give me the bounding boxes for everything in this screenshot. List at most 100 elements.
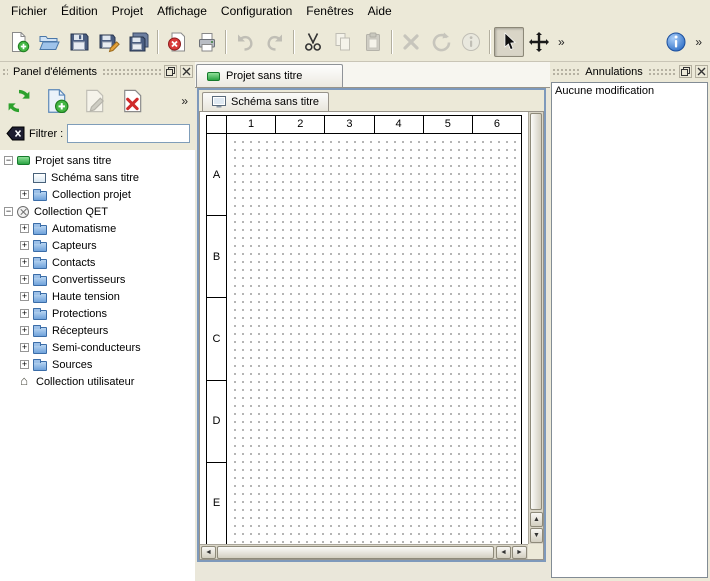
filter-input[interactable] (67, 124, 190, 143)
tree-expander-icon[interactable] (20, 343, 29, 352)
panel-toolbar-overflow-button[interactable]: » (177, 94, 192, 108)
tree-item[interactable]: Protections (0, 305, 195, 322)
scroll-up-button[interactable]: ▲ (530, 512, 543, 527)
tree-expander-icon[interactable] (20, 241, 29, 250)
delete-element-icon (120, 88, 146, 114)
about-icon (665, 31, 687, 53)
clear-filter-button[interactable] (5, 126, 25, 142)
paste-button[interactable] (358, 27, 388, 57)
tree-item[interactable]: Automatisme (0, 220, 195, 237)
dock-grip (2, 68, 8, 76)
close-panel-button[interactable] (695, 65, 708, 78)
tree-item[interactable]: Collection utilisateur (0, 373, 195, 390)
new-document-button[interactable] (4, 27, 34, 57)
vertical-scrollbar-thumb[interactable] (530, 113, 542, 510)
tree-item[interactable]: Schéma sans titre (0, 169, 195, 186)
close-panel-button[interactable] (180, 65, 193, 78)
copy-button[interactable] (328, 27, 358, 57)
edit-element-button[interactable] (79, 85, 111, 117)
float-panel-button[interactable] (164, 65, 177, 78)
tree-expander-icon[interactable] (20, 275, 29, 284)
cut-button[interactable] (298, 27, 328, 57)
close-project-button[interactable] (162, 27, 192, 57)
reload-icon (6, 88, 32, 114)
scroll-right-button[interactable]: ► (512, 546, 527, 559)
save-all-button[interactable] (124, 27, 154, 57)
tree-expander-icon[interactable] (20, 258, 29, 267)
diagram-column-label: 3 (325, 116, 374, 133)
toolbar-overflow-button[interactable]: » (554, 35, 569, 49)
elements-panel-header[interactable]: Panel d'éléments (2, 64, 193, 79)
save-all-icon (128, 31, 150, 53)
scroll-left-button-2[interactable]: ◄ (496, 546, 511, 559)
redo-button[interactable] (260, 27, 290, 57)
schema-icon (212, 96, 226, 108)
tree-item[interactable]: Récepteurs (0, 322, 195, 339)
tree-item[interactable]: Semi-conducteurs (0, 339, 195, 356)
menu-item[interactable]: Affichage (150, 2, 214, 20)
tree-item[interactable]: Convertisseurs (0, 271, 195, 288)
open-project-button[interactable] (34, 27, 64, 57)
tree-item-label: Collection projet (52, 189, 131, 201)
tree-item-label: Collection utilisateur (36, 376, 134, 388)
tree-expander-icon[interactable] (20, 224, 29, 233)
undo-empty-message: Aucune modification (555, 85, 654, 97)
menu-item[interactable]: Fenêtres (299, 2, 360, 20)
tree-item[interactable]: Haute tension (0, 288, 195, 305)
horizontal-scrollbar-thumb[interactable] (217, 546, 494, 559)
about-button[interactable] (661, 27, 691, 57)
information-button[interactable] (456, 27, 486, 57)
float-panel-button[interactable] (679, 65, 692, 78)
diagram-canvas[interactable]: 1 2 3 4 5 (200, 112, 528, 544)
elements-panel-title: Panel d'éléments (11, 66, 99, 78)
save-as-button[interactable] (94, 27, 124, 57)
tree-item[interactable]: Collection QET (0, 203, 195, 220)
undo-dock-title: Annulations (583, 66, 645, 78)
new-element-button[interactable] (41, 85, 73, 117)
tree-expander-icon[interactable] (20, 326, 29, 335)
tree-item-icon (33, 173, 46, 183)
rotate-button[interactable] (426, 27, 456, 57)
diagram-dot-grid[interactable] (228, 135, 521, 544)
mdi-area: Projet sans titre Schéma sans titre (195, 62, 550, 581)
reload-collections-button[interactable] (3, 85, 35, 117)
menu-item[interactable]: Aide (361, 2, 399, 20)
vertical-scrollbar[interactable]: ▲ ▼ (528, 112, 543, 544)
menu-item[interactable]: Fichier (4, 2, 54, 20)
new-document-icon (8, 31, 30, 53)
tree-expander-icon[interactable] (20, 309, 29, 318)
undo-dock-header[interactable]: Annulations (552, 64, 708, 79)
tree-item[interactable]: Projet sans titre (0, 152, 195, 169)
tree-item[interactable]: Contacts (0, 254, 195, 271)
undo-button[interactable] (230, 27, 260, 57)
tree-item[interactable]: Sources (0, 356, 195, 373)
tree-item[interactable]: Collection projet (0, 186, 195, 203)
project-tab-label: Projet sans titre (226, 70, 302, 82)
move-mode-button[interactable] (524, 27, 554, 57)
print-button[interactable] (192, 27, 222, 57)
tree-expander-icon[interactable] (20, 360, 29, 369)
diagram-column-label: 1 (227, 116, 276, 133)
pointer-icon (498, 31, 520, 53)
tree-expander-icon[interactable] (4, 207, 13, 216)
schema-tab[interactable]: Schéma sans titre (202, 92, 329, 111)
clear-filter-icon (6, 126, 25, 141)
delete-button[interactable] (396, 27, 426, 57)
horizontal-scrollbar[interactable]: ◄ ◄ ► (200, 544, 528, 559)
tree-expander-icon[interactable] (4, 156, 13, 165)
menu-item[interactable]: Édition (54, 2, 105, 20)
project-tab[interactable]: Projet sans titre (196, 64, 343, 87)
delete-element-button[interactable] (117, 85, 149, 117)
tree-item-label: Protections (52, 308, 107, 320)
menu-item[interactable]: Configuration (214, 2, 299, 20)
scroll-down-button[interactable]: ▼ (530, 528, 543, 543)
tree-expander-icon[interactable] (20, 190, 29, 199)
help-overflow-button[interactable]: » (691, 35, 706, 49)
save-button[interactable] (64, 27, 94, 57)
tree-item-label: Semi-conducteurs (52, 342, 141, 354)
scroll-left-button[interactable]: ◄ (201, 546, 216, 559)
tree-expander-icon[interactable] (20, 292, 29, 301)
menu-item[interactable]: Projet (105, 2, 150, 20)
select-mode-button[interactable] (494, 27, 524, 57)
tree-item[interactable]: Capteurs (0, 237, 195, 254)
